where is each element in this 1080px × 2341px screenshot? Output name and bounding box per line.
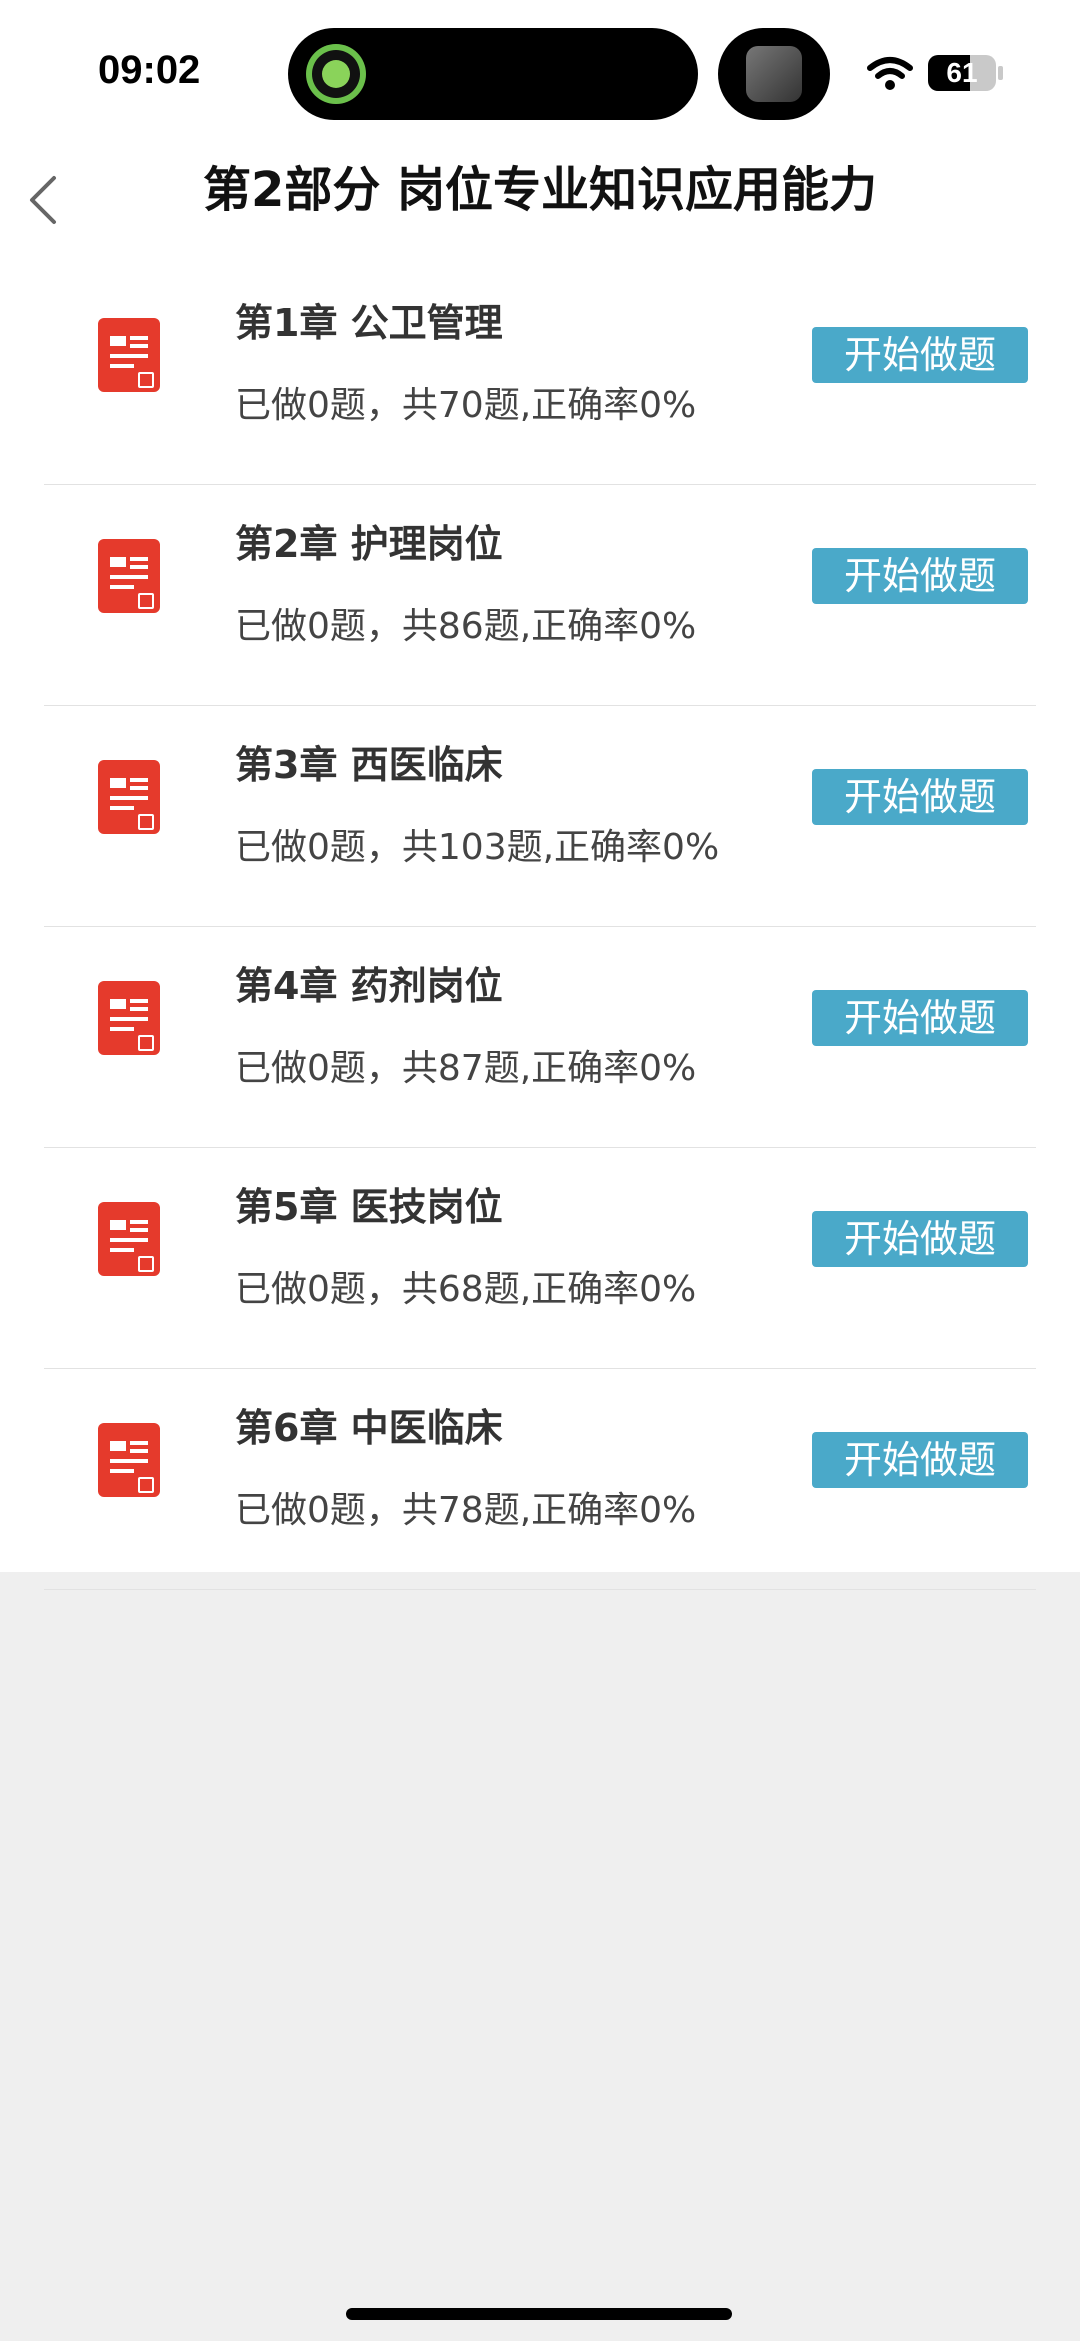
chapter-title: 第3章 西医临床 xyxy=(235,743,503,787)
start-practice-button[interactable]: 开始做题 xyxy=(812,990,1028,1046)
list-item: 第3章 西医临床 已做0题，共103题,正确率0% 开始做题 xyxy=(44,706,1036,927)
avatar xyxy=(746,46,802,102)
start-practice-button[interactable]: 开始做题 xyxy=(812,1211,1028,1267)
page-title: 第2部分 岗位专业知识应用能力 xyxy=(202,162,878,218)
list-item: 第2章 护理岗位 已做0题，共86题,正确率0% 开始做题 xyxy=(44,485,1036,706)
battery-icon: 61 xyxy=(928,55,996,91)
start-practice-button[interactable]: 开始做题 xyxy=(812,1432,1028,1488)
list-item: 第4章 药剂岗位 已做0题，共87题,正确率0% 开始做题 xyxy=(44,927,1036,1148)
document-icon xyxy=(98,539,160,613)
chapter-title: 第6章 中医临床 xyxy=(235,1406,503,1450)
chapter-stats: 已做0题，共68题,正确率0% xyxy=(235,1269,697,1310)
chapter-stats: 已做0题，共103题,正确率0% xyxy=(235,827,720,868)
list-item: 第5章 医技岗位 已做0题，共68题,正确率0% 开始做题 xyxy=(44,1148,1036,1369)
chapter-stats: 已做0题，共70题,正确率0% xyxy=(235,385,697,426)
wifi-icon xyxy=(867,57,913,90)
chapter-title: 第4章 药剂岗位 xyxy=(235,964,503,1008)
list-item: 第1章 公卫管理 已做0题，共70题,正确率0% 开始做题 xyxy=(44,264,1036,485)
document-icon xyxy=(98,981,160,1055)
document-icon xyxy=(98,1202,160,1276)
document-icon xyxy=(98,1423,160,1497)
battery-cap xyxy=(998,66,1003,80)
chapter-stats: 已做0题，共86题,正确率0% xyxy=(235,606,697,647)
chapter-list: 第1章 公卫管理 已做0题，共70题,正确率0% 开始做题 第2章 护理岗位 已… xyxy=(44,264,1036,1590)
chapter-stats: 已做0题，共87题,正确率0% xyxy=(235,1048,697,1089)
home-indicator[interactable] xyxy=(346,2308,732,2320)
start-practice-button[interactable]: 开始做题 xyxy=(812,548,1028,604)
document-icon xyxy=(98,760,160,834)
chapter-title: 第1章 公卫管理 xyxy=(235,301,503,345)
document-icon xyxy=(98,318,160,392)
live-activity-icon xyxy=(306,44,366,104)
chapter-title: 第2章 护理岗位 xyxy=(235,522,503,566)
chapter-title: 第5章 医技岗位 xyxy=(235,1185,503,1229)
start-practice-button[interactable]: 开始做题 xyxy=(812,327,1028,383)
chapter-stats: 已做0题，共78题,正确率0% xyxy=(235,1490,697,1531)
list-item: 第6章 中医临床 已做0题，共78题,正确率0% 开始做题 xyxy=(44,1369,1036,1590)
start-practice-button[interactable]: 开始做题 xyxy=(812,769,1028,825)
status-time: 09:02 xyxy=(98,48,201,92)
